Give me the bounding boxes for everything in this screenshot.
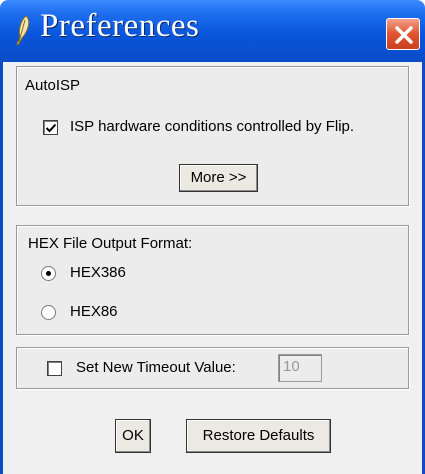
ok-button[interactable]: OK — [115, 419, 151, 453]
radio-selected-dot — [46, 271, 51, 276]
autoisp-group-label: AutoISP — [25, 77, 81, 94]
checkmark-icon — [45, 123, 57, 133]
more-button[interactable]: More >> — [179, 164, 258, 192]
isp-hardware-checkbox[interactable] — [43, 120, 58, 135]
timeout-value-field[interactable]: 10 — [278, 354, 322, 382]
close-button[interactable] — [386, 18, 420, 50]
radio-hex86[interactable] — [41, 305, 56, 320]
title-bar[interactable]: Preferences — [0, 0, 425, 62]
isp-hardware-label[interactable]: ISP hardware conditions controlled by Fl… — [70, 118, 354, 135]
preferences-window: Preferences AutoISP ISP hardware conditi… — [0, 0, 425, 474]
radio-hex386-label[interactable]: HEX386 — [70, 264, 126, 281]
timeout-checkbox-label[interactable]: Set New Timeout Value: — [76, 359, 236, 376]
radio-hex86-label[interactable]: HEX86 — [70, 303, 118, 320]
hex-format-group-label: HEX File Output Format: — [28, 235, 193, 252]
timeout-checkbox[interactable] — [47, 361, 62, 376]
restore-defaults-button[interactable]: Restore Defaults — [186, 419, 331, 453]
radio-hex386[interactable] — [41, 266, 56, 281]
window-title: Preferences — [40, 8, 200, 44]
close-icon — [395, 26, 413, 44]
feather-icon — [12, 14, 32, 48]
